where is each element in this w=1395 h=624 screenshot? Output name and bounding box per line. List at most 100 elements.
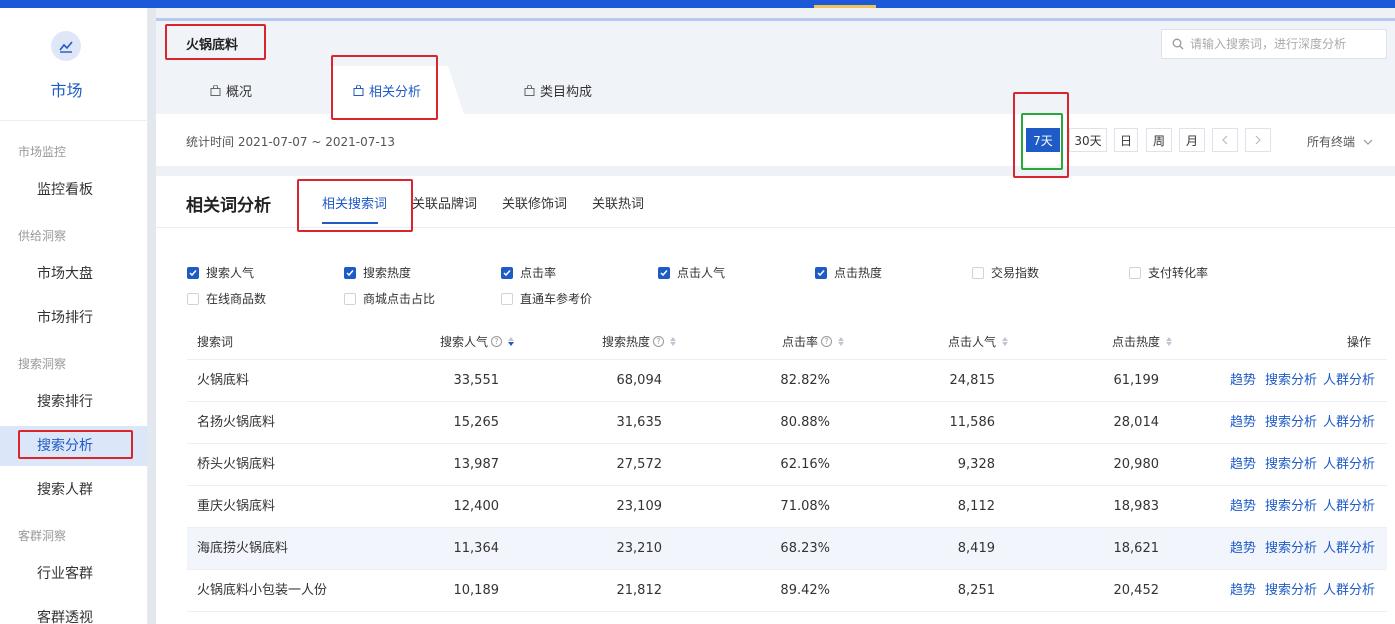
checkbox-checked-icon[interactable] xyxy=(187,266,199,279)
cell-value: 62.16% xyxy=(780,457,830,472)
metric-checkbox[interactable]: 商城点击占比 xyxy=(344,290,435,307)
chevron-right-icon xyxy=(1255,135,1261,145)
crowd-analysis-link[interactable]: 人群分析 xyxy=(1323,486,1375,528)
cell-search-word: 火锅底料小包装一人份 xyxy=(197,583,328,598)
search-box[interactable] xyxy=(1161,29,1387,59)
sidebar-item-market-overview[interactable]: 市场大盘 xyxy=(0,254,148,294)
help-icon: ? xyxy=(821,336,832,347)
top-bar-accent xyxy=(814,5,876,8)
search-analysis-link[interactable]: 搜索分析 xyxy=(1265,444,1317,486)
sort-icon xyxy=(508,337,514,346)
tab-category-composition[interactable]: 类目构成 xyxy=(510,66,640,114)
bag-icon xyxy=(210,84,221,96)
range-30d-button[interactable]: 30天 xyxy=(1069,128,1107,152)
trend-link[interactable]: 趋势 xyxy=(1230,528,1256,570)
search-analysis-link[interactable]: 搜索分析 xyxy=(1265,402,1317,444)
col-header-click-popularity[interactable]: 点击人气 xyxy=(900,333,1008,350)
sidebar-item-market-rank[interactable]: 市场排行 xyxy=(0,298,148,338)
sort-icon xyxy=(1002,337,1008,346)
checkbox-unchecked-icon[interactable] xyxy=(187,292,199,305)
sidebar-edge xyxy=(148,8,156,624)
metric-checkbox[interactable]: 搜索热度 xyxy=(344,264,411,281)
cell-value: 13,987 xyxy=(453,457,500,472)
search-analysis-link[interactable]: 搜索分析 xyxy=(1265,486,1317,528)
checkbox-checked-icon[interactable] xyxy=(658,266,670,279)
tab-overview[interactable]: 概况 xyxy=(196,66,316,114)
trend-link[interactable]: 趋势 xyxy=(1230,360,1256,402)
metric-checkbox[interactable]: 交易指数 xyxy=(972,264,1039,281)
cell-value: 23,210 xyxy=(616,541,663,556)
range-week-button[interactable]: 周 xyxy=(1146,128,1172,152)
checkbox-checked-icon[interactable] xyxy=(344,266,356,279)
cell-value: 15,265 xyxy=(453,415,500,430)
chevron-down-icon xyxy=(1363,139,1373,145)
cell-value: 8,112 xyxy=(957,499,995,514)
search-analysis-link[interactable]: 搜索分析 xyxy=(1265,528,1317,570)
cell-value: 27,572 xyxy=(616,457,663,472)
search-input[interactable] xyxy=(1190,37,1380,51)
subtab-related-brand-words[interactable]: 关联品牌词 xyxy=(412,193,477,212)
next-period-button[interactable] xyxy=(1245,128,1271,152)
table-row: 桥头火锅底料 13,987 27,572 62.16% 9,328 20,980 趋势 搜索分… xyxy=(187,444,1387,486)
checkbox-unchecked-icon[interactable] xyxy=(972,266,984,279)
trend-link[interactable]: 趋势 xyxy=(1230,402,1256,444)
subtab-related-modifier-words[interactable]: 关联修饰词 xyxy=(502,193,567,212)
tab-related-analysis[interactable]: 相关分析 xyxy=(330,66,464,114)
range-day-button[interactable]: 日 xyxy=(1114,128,1138,152)
metric-checkbox[interactable]: 点击热度 xyxy=(815,264,882,281)
crowd-analysis-link[interactable]: 人群分析 xyxy=(1323,444,1375,486)
metric-checkbox[interactable]: 支付转化率 xyxy=(1129,264,1208,281)
cell-value: 11,586 xyxy=(949,415,996,430)
bag-icon xyxy=(353,84,364,96)
metric-checkbox[interactable]: 点击率 xyxy=(501,264,556,281)
metric-checkbox[interactable]: 直通车参考价 xyxy=(501,290,592,307)
checkbox-unchecked-icon[interactable] xyxy=(501,292,513,305)
search-analysis-link[interactable]: 搜索分析 xyxy=(1265,360,1317,402)
page-title: 火锅底料 xyxy=(186,38,239,53)
metric-checkbox[interactable]: 搜索人气 xyxy=(187,264,254,281)
crowd-analysis-link[interactable]: 人群分析 xyxy=(1323,360,1375,402)
market-logo xyxy=(51,31,81,61)
prev-period-button[interactable] xyxy=(1212,128,1238,152)
stat-time: 统计时间 2021-07-07 ~ 2021-07-13 xyxy=(186,135,395,149)
checkbox-checked-icon[interactable] xyxy=(501,266,513,279)
checkbox-unchecked-icon[interactable] xyxy=(1129,266,1141,279)
metric-checkbox[interactable]: 点击人气 xyxy=(658,264,725,281)
cell-value: 9,328 xyxy=(957,457,995,472)
checkbox-unchecked-icon[interactable] xyxy=(344,292,356,305)
trend-link[interactable]: 趋势 xyxy=(1230,444,1256,486)
col-header-click-heat[interactable]: 点击热度 xyxy=(1064,333,1172,350)
trend-link[interactable]: 趋势 xyxy=(1230,486,1256,528)
cell-value: 89.42% xyxy=(780,583,830,598)
range-7d-button[interactable]: 7天 xyxy=(1026,128,1060,152)
col-header-click-rate[interactable]: 点击率? xyxy=(730,333,844,350)
terminal-select[interactable]: 所有终端 xyxy=(1307,133,1373,150)
subtab-related-hot-words[interactable]: 关联热词 xyxy=(592,193,644,212)
sidebar-item-industry-customer[interactable]: 行业客群 xyxy=(0,554,148,594)
metric-label: 点击热度 xyxy=(834,266,883,280)
search-analysis-link[interactable]: 搜索分析 xyxy=(1265,570,1317,612)
metric-checkbox[interactable]: 在线商品数 xyxy=(187,290,266,307)
crowd-analysis-link[interactable]: 人群分析 xyxy=(1323,570,1375,612)
sidebar-item-search-analysis[interactable]: 搜索分析 xyxy=(0,426,148,466)
sort-icon xyxy=(670,337,676,346)
col-header-search-word: 搜索词 xyxy=(197,335,234,349)
crowd-analysis-link[interactable]: 人群分析 xyxy=(1323,528,1375,570)
col-header-search-popularity[interactable]: 搜索人气? xyxy=(400,333,514,350)
checkbox-checked-icon[interactable] xyxy=(815,266,827,279)
sidebar-item-search-rank[interactable]: 搜索排行 xyxy=(0,382,148,422)
metric-label: 点击率 xyxy=(520,266,557,280)
cell-search-word: 重庆火锅底料 xyxy=(197,499,276,514)
cell-value: 8,251 xyxy=(957,583,995,598)
range-month-button[interactable]: 月 xyxy=(1179,128,1205,152)
nav-group-supply: 供给洞察 xyxy=(18,229,67,243)
trend-link[interactable]: 趋势 xyxy=(1230,570,1256,612)
sidebar-item-monitor-board[interactable]: 监控看板 xyxy=(0,170,148,210)
sidebar-item-customer-insight[interactable]: 客群透视 xyxy=(0,598,148,624)
subtab-related-search-words[interactable]: 相关搜索词 xyxy=(322,193,387,212)
help-icon: ? xyxy=(491,336,502,347)
sidebar-item-search-crowd[interactable]: 搜索人群 xyxy=(0,470,148,510)
crowd-analysis-link[interactable]: 人群分析 xyxy=(1323,402,1375,444)
col-header-search-heat[interactable]: 搜索热度? xyxy=(560,333,676,350)
chart-up-icon xyxy=(59,41,73,53)
